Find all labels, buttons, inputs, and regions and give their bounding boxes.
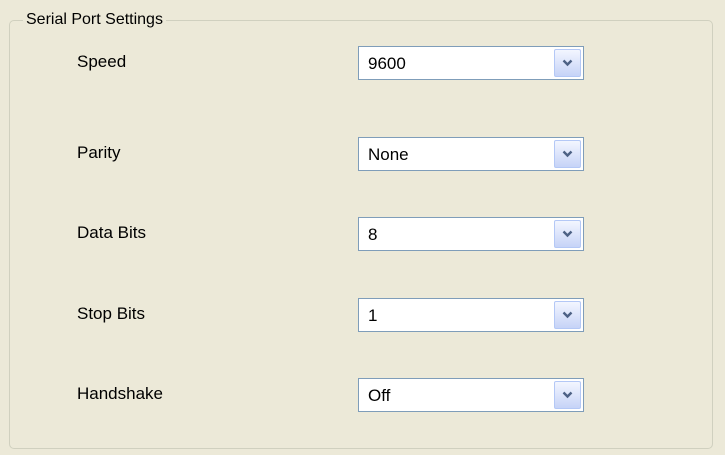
speed-select[interactable]: 9600	[358, 46, 584, 80]
chevron-down-icon	[562, 59, 573, 67]
stop-bits-dropdown-button[interactable]	[554, 301, 581, 329]
chevron-down-icon	[562, 391, 573, 399]
speed-dropdown-button[interactable]	[554, 49, 581, 77]
parity-select[interactable]: None	[358, 137, 584, 171]
handshake-label: Handshake	[77, 384, 164, 403]
serial-port-settings-panel: Serial Port Settings Speed 9600 Parity N…	[0, 0, 725, 455]
parity-label: Parity	[77, 143, 121, 162]
chevron-down-icon	[562, 311, 573, 319]
stop-bits-value: 1	[368, 306, 378, 325]
chevron-down-icon	[562, 150, 573, 158]
data-bits-select[interactable]: 8	[358, 217, 584, 251]
handshake-select[interactable]: Off	[358, 378, 584, 412]
data-bits-value: 8	[368, 225, 378, 244]
handshake-value: Off	[368, 386, 391, 405]
parity-dropdown-button[interactable]	[554, 140, 581, 168]
speed-value: 9600	[368, 54, 406, 73]
group-title: Serial Port Settings	[23, 10, 166, 30]
data-bits-row: Data Bits 8	[0, 217, 725, 257]
stop-bits-select[interactable]: 1	[358, 298, 584, 332]
stop-bits-row: Stop Bits 1	[0, 298, 725, 338]
handshake-dropdown-button[interactable]	[554, 381, 581, 409]
handshake-row: Handshake Off	[0, 378, 725, 418]
data-bits-dropdown-button[interactable]	[554, 220, 581, 248]
chevron-down-icon	[562, 230, 573, 238]
stop-bits-label: Stop Bits	[77, 304, 146, 323]
speed-label: Speed	[77, 52, 127, 71]
parity-row: Parity None	[0, 137, 725, 177]
data-bits-label: Data Bits	[77, 223, 146, 242]
speed-row: Speed 9600	[0, 46, 725, 86]
parity-value: None	[368, 145, 409, 164]
